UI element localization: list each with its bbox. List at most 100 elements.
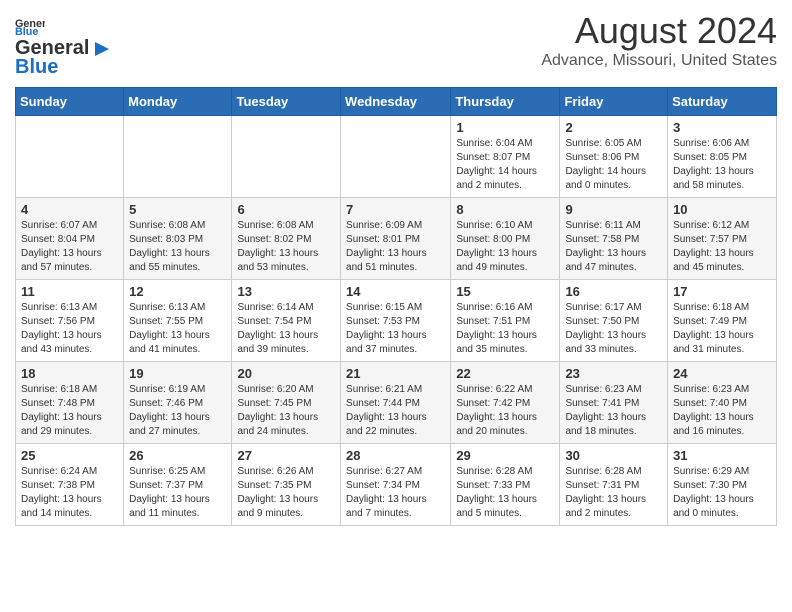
- day-number: 1: [456, 120, 554, 135]
- day-info: Sunrise: 6:12 AM Sunset: 7:57 PM Dayligh…: [673, 219, 771, 275]
- day-number: 17: [673, 284, 771, 299]
- day-info: Sunrise: 6:08 AM Sunset: 8:02 PM Dayligh…: [237, 219, 335, 275]
- calendar-cell: 2Sunrise: 6:05 AM Sunset: 8:06 PM Daylig…: [560, 116, 668, 198]
- day-info: Sunrise: 6:18 AM Sunset: 7:49 PM Dayligh…: [673, 301, 771, 357]
- calendar-cell: 25Sunrise: 6:24 AM Sunset: 7:38 PM Dayli…: [16, 444, 124, 526]
- calendar-cell: 1 Sunrise: 6:04 AM Sunset: 8:07 PM Daylig…: [451, 116, 560, 198]
- day-number: 28: [346, 448, 445, 463]
- day-number: 16: [565, 284, 662, 299]
- day-number: 21: [346, 366, 445, 381]
- day-number: 30: [565, 448, 662, 463]
- day-number: 27: [237, 448, 335, 463]
- calendar-cell: 28 Sunrise: 6:27 AM Sunset: 7:34 PM Dayli…: [341, 444, 451, 526]
- calendar-cell: 3 Sunrise: 6:06 AM Sunset: 8:05 PM Daylig…: [668, 116, 777, 198]
- calendar-cell: 15 Sunrise: 6:16 AM Sunset: 7:51 PM Dayli…: [451, 280, 560, 362]
- calendar-week-4: 18Sunrise: 6:18 AM Sunset: 7:48 PM Dayli…: [16, 362, 777, 444]
- day-info: Sunrise: 6:08 AM Sunset: 8:03 PM Dayligh…: [129, 219, 226, 275]
- day-number: 15: [456, 284, 554, 299]
- day-number: 10: [673, 202, 771, 217]
- day-header-friday: Friday: [560, 88, 668, 116]
- calendar-cell: 9 Sunrise: 6:11 AM Sunset: 7:58 PM Daylig…: [560, 198, 668, 280]
- logo-arrow-icon: [91, 38, 113, 60]
- day-number: 23: [565, 366, 662, 381]
- calendar-cell: 24 Sunrise: 6:23 AM Sunset: 7:40 PM Dayli…: [668, 362, 777, 444]
- day-number: 19: [129, 366, 226, 381]
- calendar-cell: 11 Sunrise: 6:13 AM Sunset: 7:56 PM Dayli…: [16, 280, 124, 362]
- calendar-week-1: 1 Sunrise: 6:04 AM Sunset: 8:07 PM Daylig…: [16, 116, 777, 198]
- calendar-cell: 13 Sunrise: 6:14 AM Sunset: 7:54 PM Dayli…: [232, 280, 341, 362]
- day-info: Sunrise: 6:04 AM Sunset: 8:07 PM Dayligh…: [456, 137, 554, 193]
- day-info: Sunrise: 6:27 AM Sunset: 7:34 PM Dayligh…: [346, 465, 445, 521]
- day-number: 29: [456, 448, 554, 463]
- calendar-cell: [341, 116, 451, 198]
- day-number: 6: [237, 202, 335, 217]
- calendar-cell: 14 Sunrise: 6:15 AM Sunset: 7:53 PM Dayli…: [341, 280, 451, 362]
- day-info: Sunrise: 6:17 AM Sunset: 7:50 PM Dayligh…: [565, 301, 662, 357]
- calendar-header-row: SundayMondayTuesdayWednesdayThursdayFrid…: [16, 88, 777, 116]
- day-number: 4: [21, 202, 118, 217]
- calendar-cell: 7 Sunrise: 6:09 AM Sunset: 8:01 PM Daylig…: [341, 198, 451, 280]
- calendar-cell: 12 Sunrise: 6:13 AM Sunset: 7:55 PM Dayli…: [124, 280, 232, 362]
- day-info: Sunrise: 6:23 AM Sunset: 7:40 PM Dayligh…: [673, 383, 771, 439]
- calendar-cell: [232, 116, 341, 198]
- day-number: 20: [237, 366, 335, 381]
- day-number: 3: [673, 120, 771, 135]
- day-number: 13: [237, 284, 335, 299]
- calendar-cell: 19 Sunrise: 6:19 AM Sunset: 7:46 PM Dayli…: [124, 362, 232, 444]
- calendar-cell: 6 Sunrise: 6:08 AM Sunset: 8:02 PM Daylig…: [232, 198, 341, 280]
- day-number: 11: [21, 284, 118, 299]
- calendar-cell: 8 Sunrise: 6:10 AM Sunset: 8:00 PM Daylig…: [451, 198, 560, 280]
- day-number: 7: [346, 202, 445, 217]
- day-info: Sunrise: 6:21 AM Sunset: 7:44 PM Dayligh…: [346, 383, 445, 439]
- day-header-thursday: Thursday: [451, 88, 560, 116]
- day-number: 22: [456, 366, 554, 381]
- day-info: Sunrise: 6:15 AM Sunset: 7:53 PM Dayligh…: [346, 301, 445, 357]
- day-info: Sunrise: 6:06 AM Sunset: 8:05 PM Dayligh…: [673, 137, 771, 193]
- calendar-cell: 26Sunrise: 6:25 AM Sunset: 7:37 PM Dayli…: [124, 444, 232, 526]
- day-info: Sunrise: 6:09 AM Sunset: 8:01 PM Dayligh…: [346, 219, 445, 275]
- day-number: 14: [346, 284, 445, 299]
- day-info: Sunrise: 6:10 AM Sunset: 8:00 PM Dayligh…: [456, 219, 554, 275]
- calendar-table: SundayMondayTuesdayWednesdayThursdayFrid…: [15, 87, 777, 526]
- day-number: 8: [456, 202, 554, 217]
- day-info: Sunrise: 6:13 AM Sunset: 7:55 PM Dayligh…: [129, 301, 226, 357]
- calendar-cell: 31 Sunrise: 6:29 AM Sunset: 7:30 PM Dayli…: [668, 444, 777, 526]
- day-number: 9: [565, 202, 662, 217]
- day-number: 24: [673, 366, 771, 381]
- calendar-cell: [124, 116, 232, 198]
- day-info: Sunrise: 6:23 AM Sunset: 7:41 PM Dayligh…: [565, 383, 662, 439]
- title-block: August 2024 Advance, Missouri, United St…: [541, 10, 777, 70]
- calendar-week-3: 11 Sunrise: 6:13 AM Sunset: 7:56 PM Dayli…: [16, 280, 777, 362]
- day-info: Sunrise: 6:24 AM Sunset: 7:38 PM Dayligh…: [21, 465, 118, 521]
- day-number: 5: [129, 202, 226, 217]
- page-title: August 2024: [541, 10, 777, 52]
- calendar-cell: 23 Sunrise: 6:23 AM Sunset: 7:41 PM Dayli…: [560, 362, 668, 444]
- day-info: Sunrise: 6:07 AM Sunset: 8:04 PM Dayligh…: [21, 219, 118, 275]
- day-number: 12: [129, 284, 226, 299]
- svg-text:Blue: Blue: [15, 26, 38, 35]
- day-info: Sunrise: 6:16 AM Sunset: 7:51 PM Dayligh…: [456, 301, 554, 357]
- calendar-cell: 20 Sunrise: 6:20 AM Sunset: 7:45 PM Dayli…: [232, 362, 341, 444]
- day-info: Sunrise: 6:29 AM Sunset: 7:30 PM Dayligh…: [673, 465, 771, 521]
- day-info: Sunrise: 6:18 AM Sunset: 7:48 PM Dayligh…: [21, 383, 118, 439]
- day-info: Sunrise: 6:22 AM Sunset: 7:42 PM Dayligh…: [456, 383, 554, 439]
- day-info: Sunrise: 6:05 AM Sunset: 8:06 PM Dayligh…: [565, 137, 662, 193]
- day-header-saturday: Saturday: [668, 88, 777, 116]
- calendar-week-2: 4 Sunrise: 6:07 AM Sunset: 8:04 PM Daylig…: [16, 198, 777, 280]
- day-info: Sunrise: 6:11 AM Sunset: 7:58 PM Dayligh…: [565, 219, 662, 275]
- day-info: Sunrise: 6:20 AM Sunset: 7:45 PM Dayligh…: [237, 383, 335, 439]
- day-info: Sunrise: 6:19 AM Sunset: 7:46 PM Dayligh…: [129, 383, 226, 439]
- page-header: General Blue General Blue August 2024 Ad…: [15, 10, 777, 79]
- day-header-sunday: Sunday: [16, 88, 124, 116]
- day-info: Sunrise: 6:14 AM Sunset: 7:54 PM Dayligh…: [237, 301, 335, 357]
- calendar-week-5: 25Sunrise: 6:24 AM Sunset: 7:38 PM Dayli…: [16, 444, 777, 526]
- page-subtitle: Advance, Missouri, United States: [541, 52, 777, 70]
- calendar-cell: 30Sunrise: 6:28 AM Sunset: 7:31 PM Dayli…: [560, 444, 668, 526]
- day-info: Sunrise: 6:13 AM Sunset: 7:56 PM Dayligh…: [21, 301, 118, 357]
- day-number: 31: [673, 448, 771, 463]
- calendar-cell: 5 Sunrise: 6:08 AM Sunset: 8:03 PM Daylig…: [124, 198, 232, 280]
- calendar-cell: 10 Sunrise: 6:12 AM Sunset: 7:57 PM Dayli…: [668, 198, 777, 280]
- calendar-cell: 21 Sunrise: 6:21 AM Sunset: 7:44 PM Dayli…: [341, 362, 451, 444]
- calendar-cell: 17 Sunrise: 6:18 AM Sunset: 7:49 PM Dayli…: [668, 280, 777, 362]
- calendar-cell: 27Sunrise: 6:26 AM Sunset: 7:35 PM Dayli…: [232, 444, 341, 526]
